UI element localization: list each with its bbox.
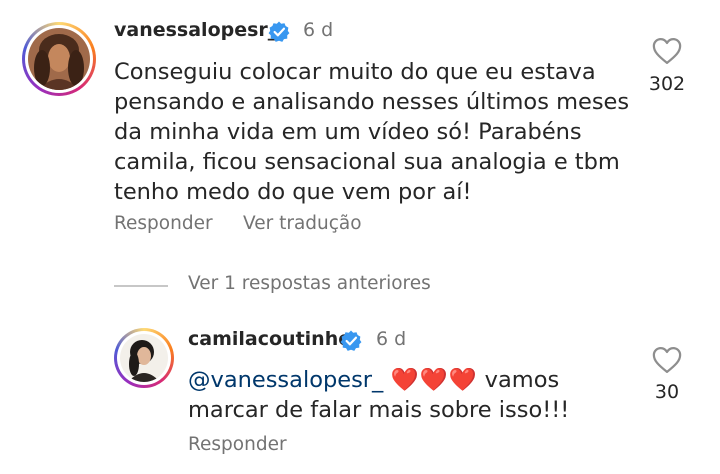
comment-avatar[interactable] xyxy=(22,22,96,96)
reply-like-count: 30 xyxy=(654,381,680,403)
avatar-photo xyxy=(120,334,168,382)
reply-username[interactable]: camilacoutinho xyxy=(188,328,351,350)
verified-badge-icon xyxy=(268,21,290,42)
reply-timestamp: 6 d xyxy=(376,328,407,350)
replies-divider xyxy=(114,285,168,287)
heart-outline-icon[interactable] xyxy=(652,346,682,374)
comment-text: Conseguiu colocar muito do que eu estava… xyxy=(114,59,630,205)
translate-button[interactable]: Ver tradução xyxy=(243,213,362,234)
avatar-photo xyxy=(28,28,90,90)
reply-mention[interactable]: @vanessalopesr_ xyxy=(188,367,383,393)
comment-body: Conseguiu colocar muito do que eu estava… xyxy=(114,57,644,207)
reply-button[interactable]: Responder xyxy=(114,213,213,234)
comment-username[interactable]: vanessalopesr_ xyxy=(114,19,277,41)
comment-like-count: 302 xyxy=(648,73,686,95)
reply-body: @vanessalopesr_ ❤️❤️❤️ vamos marcar de f… xyxy=(188,365,618,425)
reply-hearts: ❤️❤️❤️ xyxy=(390,367,478,393)
comment-timestamp: 6 d xyxy=(303,19,334,41)
view-replies-button[interactable]: Ver 1 respostas anteriores xyxy=(188,273,431,294)
heart-outline-icon[interactable] xyxy=(652,37,682,65)
reply-reply-button[interactable]: Responder xyxy=(188,434,287,455)
verified-badge-icon xyxy=(340,330,362,351)
reply-avatar[interactable] xyxy=(114,328,174,388)
